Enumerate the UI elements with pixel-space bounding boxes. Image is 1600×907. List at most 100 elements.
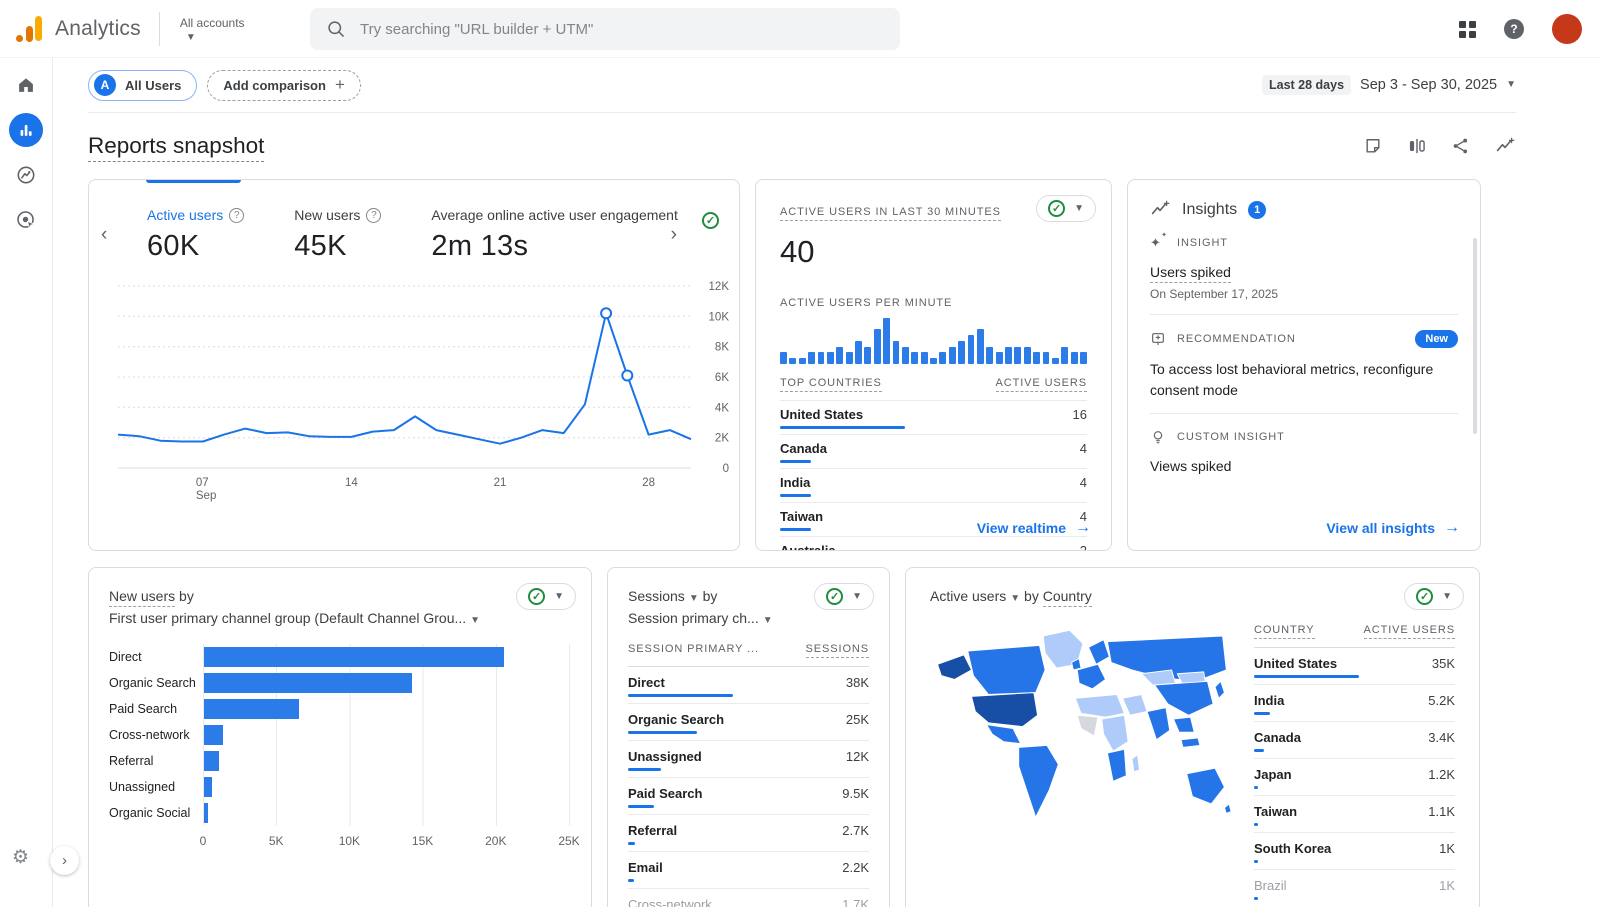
row-bar bbox=[628, 694, 733, 697]
bar bbox=[204, 803, 208, 823]
row-label: Brazil bbox=[1254, 878, 1287, 893]
svg-text:6K: 6K bbox=[715, 372, 729, 384]
dimension-selector[interactable]: First user primary channel group (Defaul… bbox=[109, 610, 480, 626]
check-icon bbox=[1048, 200, 1065, 217]
data-quality-dropdown[interactable]: ▼ bbox=[1404, 583, 1464, 610]
sessions-table-header: SESSION PRIMARY ... SESSIONS bbox=[628, 643, 869, 667]
divider bbox=[159, 12, 160, 46]
date-range-picker[interactable]: Last 28 days Sep 3 - Sep 30, 2025 ▼ bbox=[1262, 75, 1516, 95]
account-label: All accounts bbox=[180, 16, 245, 30]
category-label: Organic Social bbox=[109, 806, 203, 820]
view-realtime-link[interactable]: View realtime→ bbox=[977, 519, 1091, 537]
bar-track bbox=[203, 748, 571, 774]
account-switcher[interactable]: All accounts ▼ bbox=[180, 16, 245, 43]
compare-reports-icon[interactable] bbox=[1407, 136, 1427, 156]
help-circle-icon[interactable] bbox=[366, 208, 381, 223]
bar-row: Unassigned bbox=[109, 774, 571, 800]
row-label: South Korea bbox=[1254, 841, 1331, 856]
tab-avg-engagement[interactable]: Average online active user engagement 2m… bbox=[431, 207, 677, 263]
row-label: India bbox=[1254, 693, 1284, 708]
metric-selector[interactable]: Active users▼ bbox=[930, 588, 1020, 604]
carousel-prev-icon[interactable]: ‹ bbox=[101, 224, 107, 246]
add-comparison-button[interactable]: Add comparison + bbox=[207, 70, 361, 101]
minute-bar bbox=[789, 358, 796, 364]
recommendation-section[interactable]: RECOMMENDATION New To access lost behavi… bbox=[1150, 315, 1458, 414]
row-value: 2.7K bbox=[842, 823, 869, 838]
minute-bar bbox=[958, 341, 965, 364]
sidebar-item-explore[interactable] bbox=[9, 158, 43, 192]
data-quality-dropdown[interactable]: ▼ bbox=[814, 583, 874, 610]
settings-gear-icon[interactable]: ⚙ bbox=[12, 846, 29, 869]
search-input[interactable] bbox=[360, 21, 884, 38]
row-label: Paid Search bbox=[628, 786, 702, 801]
help-icon[interactable]: ? bbox=[1504, 19, 1524, 39]
scrollbar[interactable] bbox=[1473, 238, 1477, 434]
cards-row-2: ▼ New users by First user primary channe… bbox=[88, 567, 1516, 907]
bar-chart-reports-icon bbox=[16, 120, 36, 140]
help-circle-icon[interactable] bbox=[229, 208, 244, 223]
row-value: 1.1K bbox=[1428, 804, 1455, 819]
row-bar bbox=[1254, 823, 1258, 826]
data-quality-dropdown[interactable]: ▼ bbox=[516, 583, 576, 610]
minute-bar bbox=[846, 352, 853, 364]
metric-selector[interactable]: Sessions▼ bbox=[628, 588, 699, 604]
chevron-down-icon: ▼ bbox=[689, 594, 699, 604]
active-users-by-country-card: ▼ Active users▼ by Country bbox=[905, 567, 1480, 907]
sidebar-item-advertising[interactable] bbox=[9, 203, 43, 237]
share-icon[interactable] bbox=[1451, 136, 1471, 156]
analytics-logo-icon bbox=[16, 16, 43, 42]
row-label: United States bbox=[780, 407, 905, 422]
expand-nav-button[interactable]: › bbox=[50, 846, 79, 875]
per-minute-chart bbox=[780, 318, 1087, 364]
insights-sparkline-icon[interactable] bbox=[1495, 136, 1516, 157]
tab-new-users[interactable]: New users 45K bbox=[294, 207, 381, 263]
bar bbox=[204, 699, 299, 719]
row-label: Organic Search bbox=[628, 712, 724, 727]
row-bar bbox=[1254, 897, 1258, 900]
chevron-down-icon: ▼ bbox=[852, 592, 862, 602]
carousel-next-icon[interactable]: › bbox=[671, 224, 677, 246]
tab-active-users[interactable]: Active users 60K bbox=[147, 207, 244, 263]
search-bar[interactable] bbox=[310, 8, 900, 50]
custom-insight-section[interactable]: CUSTOM INSIGHT Views spiked bbox=[1150, 414, 1458, 489]
row-label: India bbox=[780, 475, 811, 490]
apps-grid-icon[interactable] bbox=[1459, 21, 1476, 38]
bar-track bbox=[203, 722, 571, 748]
page-title: Reports snapshot bbox=[88, 133, 264, 159]
row-label: Unassigned bbox=[628, 749, 702, 764]
all-users-chip[interactable]: A All Users bbox=[88, 70, 197, 101]
ga-reports-snapshot: { "header": { "app_name": "Analytics", "… bbox=[0, 0, 1600, 907]
sidebar-item-reports[interactable] bbox=[9, 113, 43, 147]
row-bar bbox=[780, 494, 811, 497]
data-quality-dropdown[interactable]: ▼ bbox=[1036, 195, 1096, 222]
bar bbox=[204, 647, 504, 667]
dimension-selector[interactable]: Session primary ch...▼ bbox=[628, 610, 773, 626]
row-value: 4 bbox=[1080, 475, 1087, 490]
avatar[interactable] bbox=[1552, 14, 1582, 44]
minute-bar bbox=[902, 347, 909, 364]
logo-area[interactable]: Analytics All accounts ▼ bbox=[16, 0, 245, 58]
chevron-down-icon: ▼ bbox=[1074, 204, 1084, 214]
insight-section[interactable]: INSIGHT Users spiked On September 17, 20… bbox=[1150, 220, 1458, 315]
dimension-selector[interactable]: Country bbox=[1043, 588, 1092, 607]
sidebar-item-home[interactable] bbox=[9, 68, 43, 102]
note-icon[interactable] bbox=[1363, 136, 1383, 156]
row-bar bbox=[628, 879, 634, 882]
view-all-insights-link[interactable]: View all insights→ bbox=[1326, 519, 1460, 537]
chevron-down-icon: ▼ bbox=[763, 616, 773, 626]
column-active-users: ACTIVE USERS bbox=[996, 377, 1088, 392]
row-value: 38K bbox=[846, 675, 869, 690]
data-quality-check-icon[interactable] bbox=[702, 212, 719, 229]
segment-a-badge: A bbox=[94, 74, 116, 96]
table-row: United States16 bbox=[780, 400, 1087, 434]
bar-track bbox=[203, 644, 571, 670]
row-value: 12K bbox=[846, 749, 869, 764]
row-value: 1K bbox=[1439, 841, 1455, 856]
row-label: Taiwan bbox=[1254, 804, 1297, 819]
minute-bar bbox=[893, 341, 900, 364]
row-bar bbox=[1254, 675, 1359, 678]
row-bar bbox=[1254, 860, 1258, 863]
minute-bar bbox=[780, 352, 787, 364]
svg-text:0: 0 bbox=[723, 463, 729, 475]
table-row: Australia2 bbox=[780, 536, 1087, 551]
